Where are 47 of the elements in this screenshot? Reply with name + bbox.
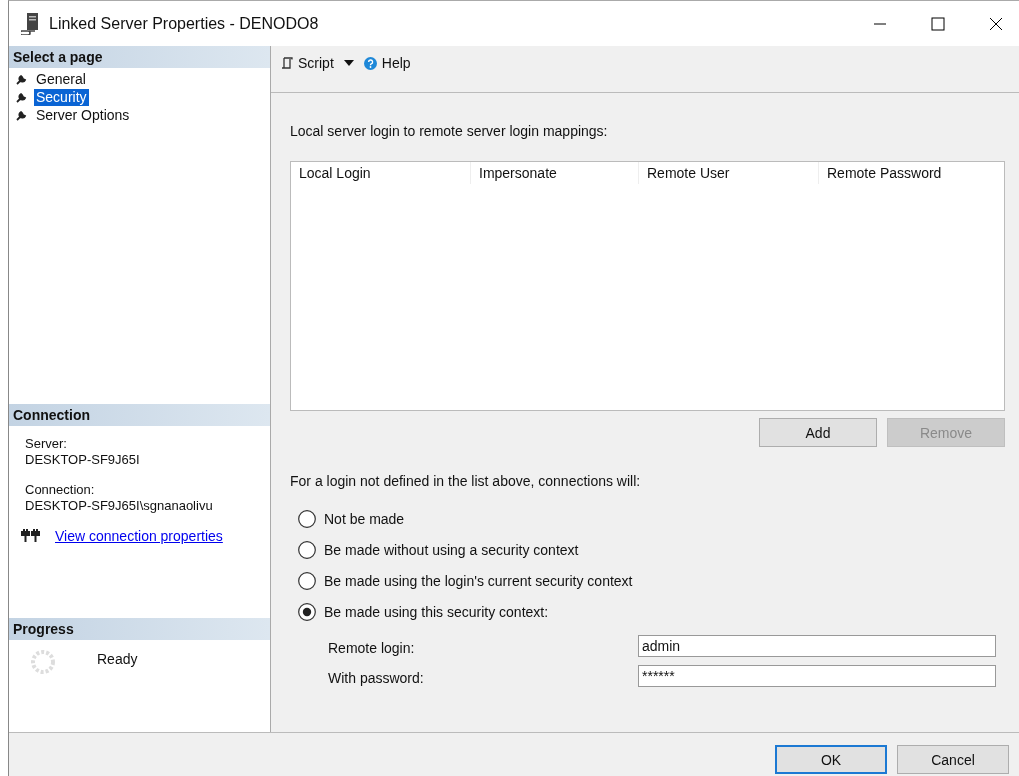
radio-button[interactable] xyxy=(298,571,316,590)
connection-properties-link[interactable]: View connection properties xyxy=(55,528,223,544)
radio-label: Be made without using a security context xyxy=(324,541,579,558)
column-header[interactable]: Local Login xyxy=(291,162,471,184)
wrench-icon xyxy=(16,109,27,121)
connection-label: Connection: xyxy=(25,482,96,498)
field-label: Remote login: xyxy=(328,639,416,656)
dropdown-caret-icon[interactable] xyxy=(343,60,354,66)
dialog-button[interactable]: Cancel xyxy=(897,745,1009,774)
column-header[interactable]: Remote User xyxy=(639,162,819,184)
page-item[interactable]: Security xyxy=(34,88,89,106)
section-header: Select a page xyxy=(9,46,270,68)
plug-icon xyxy=(21,529,41,543)
fallback-label: For a login not defined in the list above, connections will: xyxy=(290,473,642,489)
spinner-icon xyxy=(29,648,57,676)
window-title: Linked Server Properties - DENODO8 xyxy=(49,14,319,33)
column-header[interactable]: Remote Password xyxy=(819,162,1004,184)
input-field[interactable]: ****** xyxy=(638,665,996,687)
column-header[interactable]: Impersonate xyxy=(471,162,639,184)
script-button[interactable]: Script xyxy=(281,55,334,71)
connection-name: DESKTOP-SF9J65I\sgnanaolivu xyxy=(25,498,214,514)
dialog-button[interactable]: OK xyxy=(775,745,887,774)
section-header: Connection xyxy=(9,404,270,426)
radio-button[interactable] xyxy=(298,540,316,559)
list-button[interactable]: Add xyxy=(759,418,877,447)
radio-label: Not be made xyxy=(324,510,405,527)
radio-button[interactable] xyxy=(298,509,316,528)
field-label: With password: xyxy=(328,669,425,686)
input-field[interactable]: admin xyxy=(638,635,996,657)
page-item[interactable]: General xyxy=(34,70,88,88)
radio-label: Be made using this security context: xyxy=(324,603,549,620)
mappings-label: Local server login to remote server login mappings: xyxy=(290,123,609,139)
page-item[interactable]: Server Options xyxy=(34,106,132,124)
server-icon xyxy=(21,12,39,35)
server-label: Server: xyxy=(25,436,68,452)
help-icon xyxy=(363,56,377,70)
wrench-icon xyxy=(16,91,27,103)
radio-button[interactable] xyxy=(298,602,316,621)
progress-status: Ready xyxy=(97,650,138,667)
server-name: DESKTOP-SF9J65I xyxy=(25,452,141,468)
radio-label: Be made using the login's current security context xyxy=(324,572,633,589)
maximize-icon[interactable] xyxy=(931,16,945,31)
section-header: Progress xyxy=(9,618,270,640)
script-icon xyxy=(281,57,293,69)
wrench-icon xyxy=(16,73,27,85)
close-icon[interactable] xyxy=(989,16,1003,31)
help-button[interactable]: Help xyxy=(363,55,411,71)
